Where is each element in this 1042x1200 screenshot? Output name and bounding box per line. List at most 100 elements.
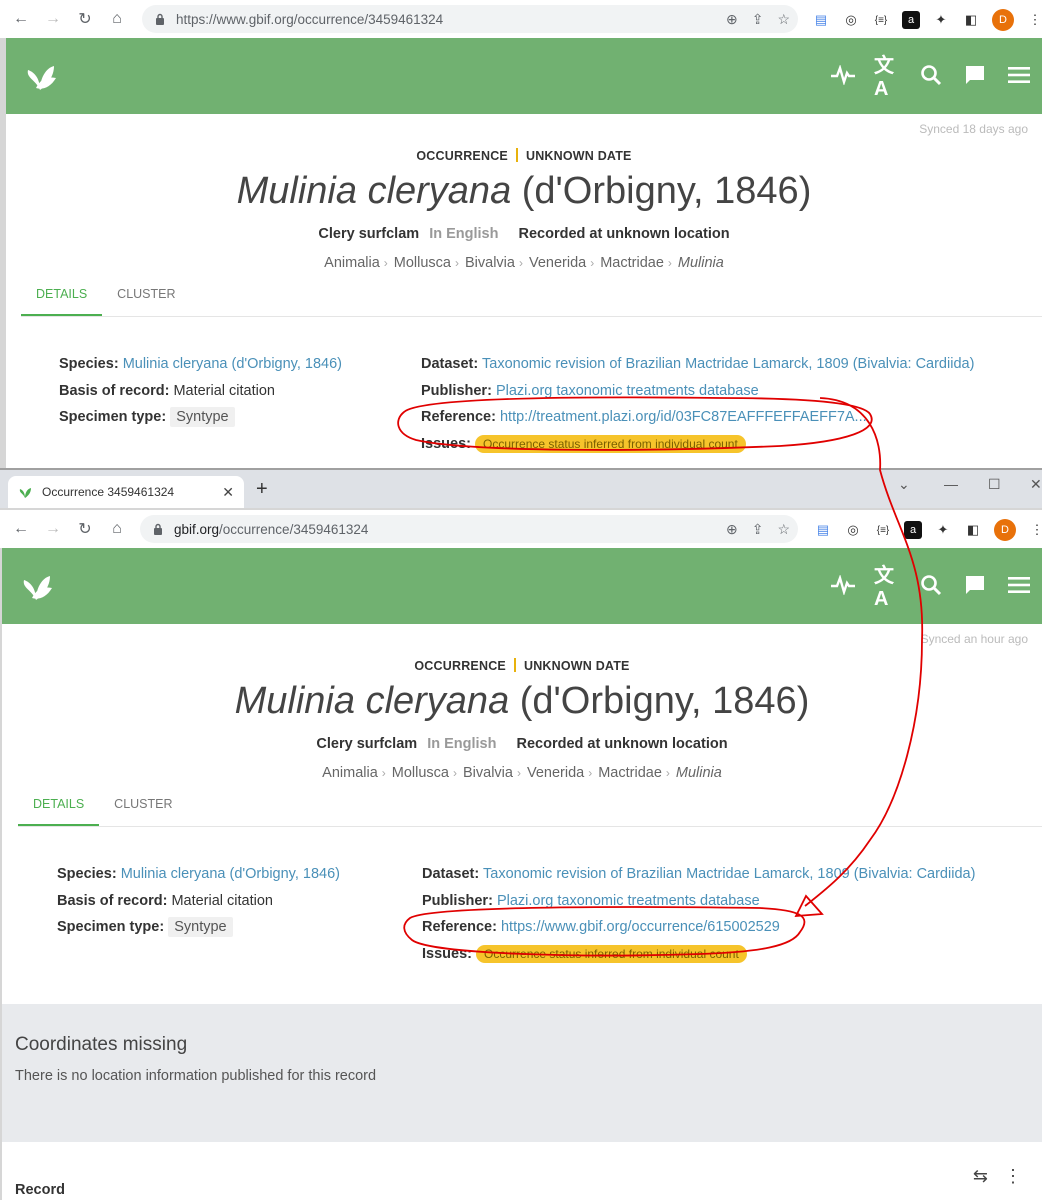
new-tab-icon[interactable]: + xyxy=(256,478,268,501)
swap-icon[interactable]: ⇆ xyxy=(973,1166,988,1187)
publisher-link[interactable]: Plazi.org taxonomic treatments database xyxy=(496,383,759,399)
more-vert-icon[interactable]: ⋮ xyxy=(1004,1166,1022,1187)
dataset-row: Dataset: Taxonomic revision of Brazilian… xyxy=(421,356,975,372)
sidepanel-icon[interactable]: ◧ xyxy=(964,521,982,539)
gbif-logo-icon[interactable] xyxy=(18,568,54,604)
reload-icon[interactable]: ↻ xyxy=(74,8,96,30)
avatar[interactable]: D xyxy=(992,9,1014,31)
home-icon[interactable]: ⌂ xyxy=(106,8,128,30)
dataset-link[interactable]: Taxonomic revision of Brazilian Mactrida… xyxy=(482,356,974,372)
page-tabs: DETAILS CLUSTER xyxy=(18,782,188,826)
zoom-icon[interactable]: ⊕ xyxy=(726,521,738,538)
json-extension-icon[interactable]: {≡} xyxy=(872,11,890,29)
share-icon[interactable]: ⇪ xyxy=(752,11,764,28)
dataset-link[interactable]: Taxonomic revision of Brazilian Mactrida… xyxy=(483,866,975,882)
gbif-favicon-icon xyxy=(19,488,31,498)
occurrence-page-top: Synced 18 days ago OCCURRENCE UNKNOWN DAT… xyxy=(6,114,1042,468)
minimize-icon[interactable]: — xyxy=(944,476,958,492)
address-bar[interactable]: gbif.org/occurrence/3459461324 ⊕ ⇪ ☆ xyxy=(140,515,798,543)
reference-row: Reference: http://treatment.plazi.org/id… xyxy=(421,409,867,425)
doc-extension-icon[interactable]: ▤ xyxy=(814,521,832,539)
issues-row: Issues: Occurrence status inferred from … xyxy=(421,435,746,453)
chevron-down-icon[interactable]: ⌄ xyxy=(898,476,910,493)
coordinates-section: Coordinates missing There is no location… xyxy=(2,1004,1042,1142)
home-icon[interactable]: ⌂ xyxy=(106,518,128,540)
synced-status: Synced 18 days ago xyxy=(919,122,1028,136)
specimen-row: Specimen type: Syntype xyxy=(59,407,235,427)
tab-cluster[interactable]: CLUSTER xyxy=(102,272,190,316)
page-title: Mulinia cleryana (d'Orbigny, 1846) xyxy=(236,170,812,212)
search-icon[interactable] xyxy=(918,572,944,598)
lock-extension-icon[interactable]: a xyxy=(904,521,922,539)
json-extension-icon[interactable]: {≡} xyxy=(874,521,892,539)
browser-toolbar-bottom: ← → ↻ ⌂ gbif.org/occurrence/3459461324 ⊕… xyxy=(0,510,1042,548)
extensions-bar: ▤ ◎ {≡} a ✦ ◧ D ⋮ xyxy=(814,519,1042,541)
gbif-header-bottom: 文A xyxy=(2,548,1042,624)
publisher-row: Publisher: Plazi.org taxonomic treatment… xyxy=(422,893,760,909)
doc-extension-icon[interactable]: ▤ xyxy=(812,11,830,29)
menu-dots-icon[interactable]: ⋮ xyxy=(1026,11,1042,29)
record-title: Record xyxy=(15,1182,65,1198)
url-text: https://www.gbif.org/occurrence/34594613… xyxy=(176,11,444,27)
reference-link[interactable]: https://www.gbif.org/occurrence/61500252… xyxy=(501,919,780,935)
activity-icon[interactable] xyxy=(830,572,856,598)
menu-icon[interactable] xyxy=(1006,572,1032,598)
forward-icon[interactable]: → xyxy=(42,518,64,540)
translate-icon[interactable]: 文A xyxy=(874,55,900,100)
tab-details[interactable]: DETAILS xyxy=(21,272,103,316)
gbif-logo-icon[interactable] xyxy=(22,58,58,94)
browser-tabstrip: Occurrence 3459461324 ✕ + ⌄ — ☐ ✕ xyxy=(0,470,1042,508)
puzzle-icon[interactable]: ✦ xyxy=(932,11,950,29)
puzzle-icon[interactable]: ✦ xyxy=(934,521,952,539)
close-window-icon[interactable]: ✕ xyxy=(1030,476,1042,493)
synced-status: Synced an hour ago xyxy=(920,632,1028,646)
feedback-icon[interactable] xyxy=(962,572,988,598)
menu-dots-icon[interactable]: ⋮ xyxy=(1028,521,1042,539)
record-section: Record ⇆ ⋮ xyxy=(2,1142,1042,1200)
taxonomy-breadcrumb: Animalia › Mollusca › Bivalvia › Venerida › Mact… xyxy=(324,255,724,271)
publisher-link[interactable]: Plazi.org taxonomic treatments database xyxy=(497,893,760,909)
basis-row: Basis of record: Material citation xyxy=(59,383,275,399)
lock-icon xyxy=(156,13,164,25)
species-row: Species: Mulinia cleryana (d'Orbigny, 18… xyxy=(59,356,342,372)
reload-icon[interactable]: ↻ xyxy=(74,518,96,540)
issue-badge[interactable]: Occurrence status inferred from individu… xyxy=(476,945,747,963)
lock-icon xyxy=(154,523,162,535)
species-row: Species: Mulinia cleryana (d'Orbigny, 18… xyxy=(57,866,340,882)
species-link[interactable]: Mulinia cleryana (d'Orbigny, 1846) xyxy=(121,866,340,882)
maximize-icon[interactable]: ☐ xyxy=(988,476,1001,493)
zoom-icon[interactable]: ⊕ xyxy=(726,11,738,28)
back-icon[interactable]: ← xyxy=(10,518,32,540)
subtitle-line: Clery surfclam In English Recorded at un… xyxy=(318,226,730,242)
coordinates-title: Coordinates missing xyxy=(15,1034,188,1055)
dataset-row: Dataset: Taxonomic revision of Brazilian… xyxy=(422,866,976,882)
gbif-header-top: 文A xyxy=(6,38,1042,114)
close-tab-icon[interactable]: ✕ xyxy=(222,484,234,501)
page-kicker: OCCURRENCE UNKNOWN DATE xyxy=(414,658,630,673)
circle-extension-icon[interactable]: ◎ xyxy=(842,11,860,29)
back-icon[interactable]: ← xyxy=(10,8,32,30)
lock-extension-icon[interactable]: a xyxy=(902,11,920,29)
avatar[interactable]: D xyxy=(994,519,1016,541)
species-link[interactable]: Mulinia cleryana (d'Orbigny, 1846) xyxy=(123,356,342,372)
feedback-icon[interactable] xyxy=(962,62,988,88)
page-title: Mulinia cleryana (d'Orbigny, 1846) xyxy=(234,680,810,722)
share-icon[interactable]: ⇪ xyxy=(752,521,764,538)
address-bar[interactable]: https://www.gbif.org/occurrence/34594613… xyxy=(142,5,798,33)
search-icon[interactable] xyxy=(918,62,944,88)
circle-extension-icon[interactable]: ◎ xyxy=(844,521,862,539)
reference-link[interactable]: http://treatment.plazi.org/id/03FC87EAFF… xyxy=(500,409,867,425)
subtitle-line: Clery surfclam In English Recorded at un… xyxy=(316,736,728,752)
bookmark-star-icon[interactable]: ☆ xyxy=(777,521,790,538)
sidepanel-icon[interactable]: ◧ xyxy=(962,11,980,29)
browser-toolbar-top: ← → ↻ ⌂ https://www.gbif.org/occurrence/… xyxy=(0,0,1042,38)
tab-details[interactable]: DETAILS xyxy=(18,782,100,826)
translate-icon[interactable]: 文A xyxy=(874,565,900,610)
bookmark-star-icon[interactable]: ☆ xyxy=(777,11,790,28)
browser-tab[interactable]: Occurrence 3459461324 ✕ xyxy=(8,476,244,508)
issue-badge[interactable]: Occurrence status inferred from individu… xyxy=(475,435,746,453)
activity-icon[interactable] xyxy=(830,62,856,88)
forward-icon[interactable]: → xyxy=(42,8,64,30)
tab-cluster[interactable]: CLUSTER xyxy=(99,782,187,826)
menu-icon[interactable] xyxy=(1006,62,1032,88)
